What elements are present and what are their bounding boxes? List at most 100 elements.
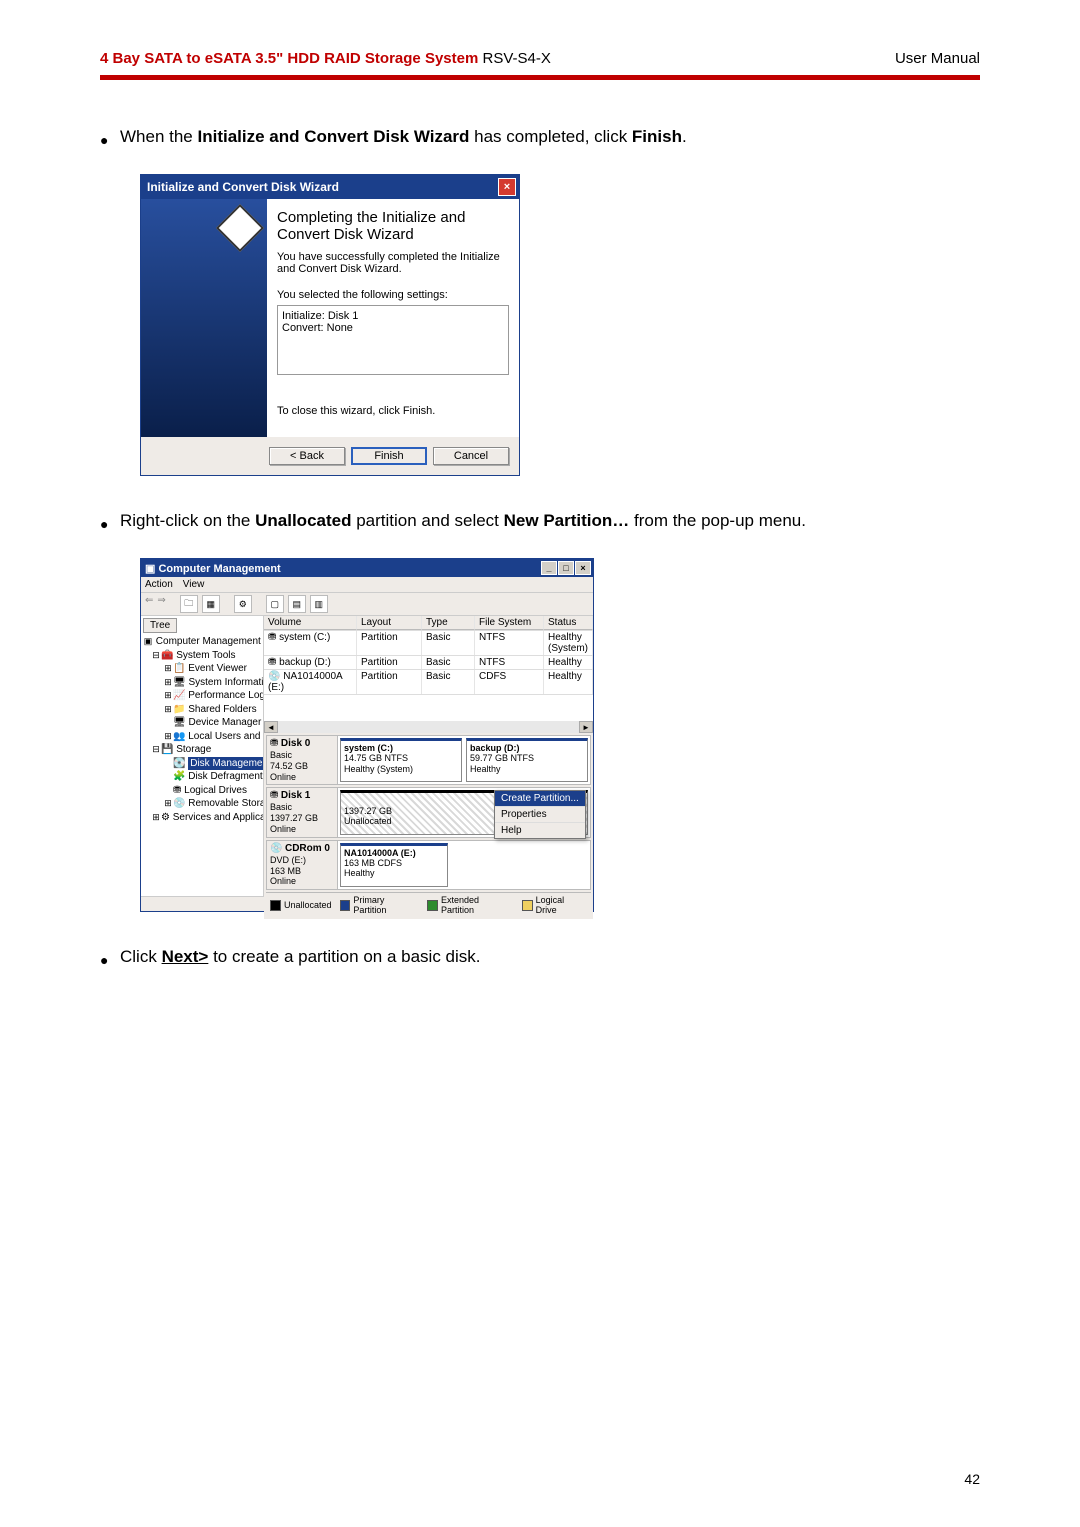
toolbar-icon[interactable]: ▥ bbox=[310, 595, 328, 613]
tree-item[interactable]: ⊟💾 Storage bbox=[143, 743, 261, 757]
text-bold: Finish bbox=[632, 127, 682, 146]
table-row[interactable]: ⛃ system (C:) Partition Basic NTFS Healt… bbox=[264, 631, 593, 656]
menu-view[interactable]: View bbox=[183, 579, 205, 590]
tree-item[interactable]: ⊞💿 Removable Storage bbox=[143, 797, 261, 811]
wizard-text: You have successfully completed the Init… bbox=[277, 251, 509, 275]
col-type[interactable]: Type bbox=[422, 616, 475, 630]
computer-management-window: ▣ Computer Management _ □ × Action View … bbox=[140, 558, 594, 912]
tree-item[interactable]: ⛃ Logical Drives bbox=[143, 784, 261, 798]
toolbar-icon[interactable]: ▢ bbox=[266, 595, 284, 613]
disk-row: ⛃ Disk 1 Basic 1397.27 GB Online 1397.27… bbox=[266, 787, 591, 837]
finish-button[interactable]: Finish bbox=[351, 447, 427, 465]
cancel-button[interactable]: Cancel bbox=[433, 447, 509, 465]
col-layout[interactable]: Layout bbox=[357, 616, 422, 630]
tree-item-selected[interactable]: 💽 Disk Management bbox=[143, 757, 261, 771]
wizard-titlebar: Initialize and Convert Disk Wizard × bbox=[141, 175, 519, 199]
disk-row: ⛃ Disk 0 Basic 74.52 GB Online system (C… bbox=[266, 735, 591, 785]
header-title-model: RSV-S4-X bbox=[482, 50, 550, 67]
tree-item[interactable]: ⊞🖥 System Information bbox=[143, 676, 261, 690]
bullet-icon: ● bbox=[100, 120, 120, 154]
toolbar-icon[interactable]: ▤ bbox=[288, 595, 306, 613]
tree-item[interactable]: ▣ Computer Management (Local) bbox=[143, 635, 261, 649]
text: . bbox=[682, 127, 687, 146]
bullet-3: ● Click Next> to create a partition on a… bbox=[100, 940, 980, 974]
tree-item[interactable]: ⊞📋 Event Viewer bbox=[143, 662, 261, 676]
wizard-selection-item: Convert: None bbox=[282, 322, 504, 334]
disk-info[interactable]: 💿 CDRom 0 DVD (E:) 163 MB Online bbox=[267, 841, 338, 889]
legend-unallocated: Unallocated bbox=[284, 900, 332, 910]
close-icon[interactable]: × bbox=[498, 178, 516, 196]
maximize-icon[interactable]: □ bbox=[558, 561, 574, 575]
tree-item[interactable]: ⊞⚙ Services and Applications bbox=[143, 811, 261, 825]
text: has completed, click bbox=[469, 127, 632, 146]
tree-item[interactable]: ⊞📁 Shared Folders bbox=[143, 703, 261, 717]
volume-table: Volume Layout Type File System Status ⛃ … bbox=[264, 616, 593, 733]
bullet-icon: ● bbox=[100, 504, 120, 538]
cm-title-text: Computer Management bbox=[158, 563, 280, 575]
disk-info[interactable]: ⛃ Disk 0 Basic 74.52 GB Online bbox=[267, 736, 338, 784]
col-filesystem[interactable]: File System bbox=[475, 616, 544, 630]
context-menu: Create Partition... Properties Help bbox=[494, 790, 586, 839]
tree-item[interactable]: ⊞📈 Performance Logs and Alerts bbox=[143, 689, 261, 703]
scroll-right-icon[interactable]: ► bbox=[579, 721, 593, 733]
partition-backup[interactable]: backup (D:) 59.77 GB NTFS Healthy bbox=[466, 738, 588, 782]
legend-extended: Extended Partition bbox=[441, 895, 514, 915]
back-button[interactable]: < Back bbox=[269, 447, 345, 465]
wizard-side-banner bbox=[141, 199, 267, 437]
col-status[interactable]: Status bbox=[544, 616, 593, 630]
h-scrollbar[interactable]: ◄ ► bbox=[264, 721, 593, 733]
partition-system[interactable]: system (C:) 14.75 GB NTFS Healthy (Syste… bbox=[340, 738, 462, 782]
text: from the pop-up menu. bbox=[629, 511, 806, 530]
tree-item[interactable]: 🖥 Device Manager bbox=[143, 716, 261, 730]
page-number: 42 bbox=[964, 1471, 980, 1487]
text-bold: Initialize and Convert Disk Wizard bbox=[198, 127, 470, 146]
col-volume[interactable]: Volume bbox=[264, 616, 357, 630]
legend-primary: Primary Partition bbox=[353, 895, 419, 915]
tree-tab[interactable]: Tree bbox=[143, 618, 177, 633]
ctx-help[interactable]: Help bbox=[495, 823, 585, 838]
minimize-icon[interactable]: _ bbox=[541, 561, 557, 575]
wizard-title: Initialize and Convert Disk Wizard bbox=[147, 180, 339, 194]
ctx-create-partition[interactable]: Create Partition... bbox=[495, 791, 585, 807]
tree-item[interactable]: ⊞👥 Local Users and Groups bbox=[143, 730, 261, 744]
disk-icon bbox=[216, 204, 264, 252]
legend: Unallocated Primary Partition Extended P… bbox=[266, 892, 591, 917]
ctx-properties[interactable]: Properties bbox=[495, 807, 585, 823]
tree-item[interactable]: 🧩 Disk Defragmenter bbox=[143, 770, 261, 784]
toolbar-icon[interactable]: 🗀 bbox=[180, 595, 198, 613]
menu-action[interactable]: Action bbox=[145, 579, 173, 590]
text: Right-click on the bbox=[120, 511, 255, 530]
app-icon: ▣ bbox=[145, 563, 155, 575]
bullet-2: ● Right-click on the Unallocated partiti… bbox=[100, 504, 980, 538]
text-bold: Unallocated bbox=[255, 511, 351, 530]
table-row[interactable]: ⛃ backup (D:) Partition Basic NTFS Healt… bbox=[264, 656, 593, 670]
wizard-dialog: Initialize and Convert Disk Wizard × Com… bbox=[140, 174, 520, 476]
wizard-selection-box: Initialize: Disk 1 Convert: None bbox=[277, 305, 509, 375]
toolbar-icon[interactable]: ⚙ bbox=[234, 595, 252, 613]
header-title-red: 4 Bay SATA to eSATA 3.5" HDD RAID Storag… bbox=[100, 50, 482, 67]
wizard-heading: Completing the Initialize and Convert Di… bbox=[277, 209, 509, 243]
cm-menubar: Action View bbox=[141, 577, 593, 593]
text: When the bbox=[120, 127, 198, 146]
text: partition and select bbox=[351, 511, 503, 530]
partition-cdrom[interactable]: NA1014000A (E:) 163 MB CDFS Healthy bbox=[340, 843, 448, 887]
wizard-selection-item: Initialize: Disk 1 bbox=[282, 310, 504, 322]
cm-toolbar: ⇐⇒ 🗀 ▦ ⚙ ▢ ▤ ▥ bbox=[141, 593, 593, 616]
wizard-text: You selected the following settings: bbox=[277, 289, 509, 301]
bullet-1: ● When the Initialize and Convert Disk W… bbox=[100, 120, 980, 154]
cm-tree-panel: Tree ▣ Computer Management (Local) ⊟🧰 Sy… bbox=[141, 616, 264, 896]
cm-titlebar: ▣ Computer Management _ □ × bbox=[141, 559, 593, 577]
header-right: User Manual bbox=[895, 50, 980, 67]
legend-logical: Logical Drive bbox=[536, 895, 587, 915]
disk-graphical-area: ⛃ Disk 0 Basic 74.52 GB Online system (C… bbox=[264, 733, 593, 919]
table-row[interactable]: 💿 NA1014000A (E:) Partition Basic CDFS H… bbox=[264, 670, 593, 695]
close-icon[interactable]: × bbox=[575, 561, 591, 575]
scroll-left-icon[interactable]: ◄ bbox=[264, 721, 278, 733]
disk-info[interactable]: ⛃ Disk 1 Basic 1397.27 GB Online bbox=[267, 788, 338, 836]
bullet-icon: ● bbox=[100, 940, 120, 974]
red-bar bbox=[100, 75, 980, 80]
toolbar-icon[interactable]: ▦ bbox=[202, 595, 220, 613]
tree-item[interactable]: ⊟🧰 System Tools bbox=[143, 649, 261, 663]
text: Click bbox=[120, 947, 162, 966]
text: to create a partition on a basic disk. bbox=[208, 947, 480, 966]
